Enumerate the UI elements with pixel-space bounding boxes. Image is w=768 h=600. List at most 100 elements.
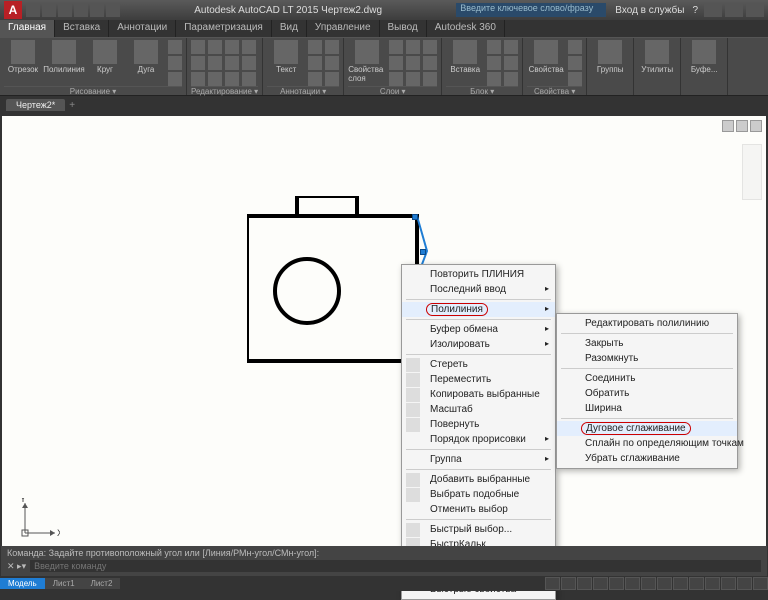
search-box[interactable]: Введите ключевое слово/фразу bbox=[456, 3, 606, 17]
tab-output[interactable]: Вывод bbox=[380, 20, 427, 37]
ribbon-button[interactable]: Отрезок bbox=[4, 40, 42, 74]
menu-item[interactable]: Соединить bbox=[557, 371, 737, 386]
ribbon-small-button[interactable] bbox=[389, 40, 403, 54]
ribbon-small-button[interactable] bbox=[487, 40, 501, 54]
ribbon-small-button[interactable] bbox=[568, 72, 582, 86]
status-icon[interactable] bbox=[753, 577, 768, 590]
ribbon-small-button[interactable] bbox=[487, 56, 501, 70]
ribbon-small-button[interactable] bbox=[389, 72, 403, 86]
drawing-canvas[interactable]: X Y Повторить ПЛИНИЯПоследний вводПолили… bbox=[2, 116, 766, 556]
grip[interactable] bbox=[420, 249, 426, 255]
menu-item[interactable]: Закрыть bbox=[557, 336, 737, 351]
tab-manage[interactable]: Управление bbox=[307, 20, 380, 37]
qat-redo-icon[interactable] bbox=[90, 3, 104, 17]
ribbon-small-button[interactable] bbox=[568, 56, 582, 70]
menu-item[interactable]: Быстрый выбор... bbox=[402, 522, 555, 537]
menu-item[interactable]: Порядок прорисовки bbox=[402, 432, 555, 447]
ribbon-button[interactable]: Круг bbox=[86, 40, 124, 74]
ribbon-button[interactable]: Дуга bbox=[127, 40, 165, 74]
ribbon-small-button[interactable] bbox=[504, 40, 518, 54]
ribbon-small-button[interactable] bbox=[168, 56, 182, 70]
menu-item[interactable]: Добавить выбранные bbox=[402, 472, 555, 487]
grip[interactable] bbox=[412, 214, 418, 220]
menu-item[interactable]: Убрать сглаживание bbox=[557, 451, 737, 466]
status-icon[interactable] bbox=[705, 577, 720, 590]
signin-button[interactable]: Вход в службы bbox=[612, 5, 687, 16]
ribbon-button[interactable]: Утилиты bbox=[638, 40, 676, 74]
ribbon-small-button[interactable] bbox=[406, 72, 420, 86]
ribbon-small-button[interactable] bbox=[242, 40, 256, 54]
menu-item[interactable]: Стереть bbox=[402, 357, 555, 372]
menu-item[interactable]: Масштаб bbox=[402, 402, 555, 417]
menu-item[interactable]: Редактировать полилинию bbox=[557, 316, 737, 331]
tab-annotate[interactable]: Аннотации bbox=[109, 20, 176, 37]
ribbon-small-button[interactable] bbox=[208, 40, 222, 54]
minimize-button[interactable] bbox=[704, 3, 722, 17]
menu-item[interactable]: Копировать выбранные bbox=[402, 387, 555, 402]
ribbon-small-button[interactable] bbox=[423, 72, 437, 86]
ribbon-small-button[interactable] bbox=[308, 72, 322, 86]
ribbon-button[interactable]: Группы bbox=[591, 40, 629, 74]
status-icon[interactable] bbox=[657, 577, 672, 590]
ribbon-small-button[interactable] bbox=[487, 72, 501, 86]
ribbon-button[interactable]: Текст bbox=[267, 40, 305, 74]
qat-save-icon[interactable] bbox=[58, 3, 72, 17]
view-close-icon[interactable] bbox=[750, 120, 762, 132]
menu-item[interactable]: Разомкнуть bbox=[557, 351, 737, 366]
menu-item[interactable]: Сплайн по определяющим точкам bbox=[557, 436, 737, 451]
ribbon-small-button[interactable] bbox=[308, 56, 322, 70]
ribbon-small-button[interactable] bbox=[325, 40, 339, 54]
ribbon-small-button[interactable] bbox=[191, 40, 205, 54]
ribbon-small-button[interactable] bbox=[568, 40, 582, 54]
menu-item[interactable]: Повернуть bbox=[402, 417, 555, 432]
ribbon-small-button[interactable] bbox=[168, 40, 182, 54]
qat-new-icon[interactable] bbox=[26, 3, 40, 17]
ribbon-small-button[interactable] bbox=[406, 40, 420, 54]
ribbon-small-button[interactable] bbox=[423, 56, 437, 70]
app-logo[interactable]: A bbox=[4, 1, 22, 19]
status-icon[interactable] bbox=[737, 577, 752, 590]
menu-item[interactable]: Ширина bbox=[557, 401, 737, 416]
command-input[interactable] bbox=[30, 560, 761, 572]
qat-print-icon[interactable] bbox=[106, 3, 120, 17]
menu-item[interactable]: Переместить bbox=[402, 372, 555, 387]
ribbon-small-button[interactable] bbox=[325, 56, 339, 70]
status-icon[interactable] bbox=[721, 577, 736, 590]
ribbon-small-button[interactable] bbox=[406, 56, 420, 70]
ribbon-small-button[interactable] bbox=[208, 56, 222, 70]
ribbon-small-button[interactable] bbox=[242, 56, 256, 70]
menu-item[interactable]: Выбрать подобные bbox=[402, 487, 555, 502]
ribbon-small-button[interactable] bbox=[423, 40, 437, 54]
ribbon-button[interactable]: Свойства слоя bbox=[348, 40, 386, 83]
menu-item[interactable]: Последний ввод bbox=[402, 282, 555, 297]
view-max-icon[interactable] bbox=[736, 120, 748, 132]
status-icon[interactable] bbox=[625, 577, 640, 590]
ribbon-small-button[interactable] bbox=[308, 40, 322, 54]
new-tab-button[interactable]: + bbox=[69, 100, 75, 111]
maximize-button[interactable] bbox=[725, 3, 743, 17]
status-icon[interactable] bbox=[545, 577, 560, 590]
status-icon[interactable] bbox=[577, 577, 592, 590]
menu-item[interactable]: Повторить ПЛИНИЯ bbox=[402, 267, 555, 282]
ribbon-small-button[interactable] bbox=[191, 72, 205, 86]
model-tab[interactable]: Модель bbox=[0, 578, 45, 589]
ribbon-small-button[interactable] bbox=[225, 72, 239, 86]
status-icon[interactable] bbox=[689, 577, 704, 590]
sheet-tab[interactable]: Лист2 bbox=[83, 578, 121, 589]
ribbon-button[interactable]: Вставка bbox=[446, 40, 484, 74]
menu-item[interactable]: Изолировать bbox=[402, 337, 555, 352]
tab-view[interactable]: Вид bbox=[272, 20, 307, 37]
ribbon-button[interactable]: Свойства bbox=[527, 40, 565, 74]
tab-home[interactable]: Главная bbox=[0, 20, 55, 37]
menu-item[interactable]: Отменить выбор bbox=[402, 502, 555, 517]
close-button[interactable] bbox=[746, 3, 764, 17]
tab-insert[interactable]: Вставка bbox=[55, 20, 109, 37]
tab-autodesk360[interactable]: Autodesk 360 bbox=[427, 20, 505, 37]
navigation-bar[interactable] bbox=[742, 144, 762, 200]
qat-undo-icon[interactable] bbox=[74, 3, 88, 17]
document-tab[interactable]: Чертеж2* bbox=[6, 99, 65, 111]
menu-item[interactable]: Полилиния bbox=[402, 302, 555, 317]
ribbon-button[interactable]: Полилиния bbox=[45, 40, 83, 74]
qat-open-icon[interactable] bbox=[42, 3, 56, 17]
ribbon-small-button[interactable] bbox=[504, 56, 518, 70]
